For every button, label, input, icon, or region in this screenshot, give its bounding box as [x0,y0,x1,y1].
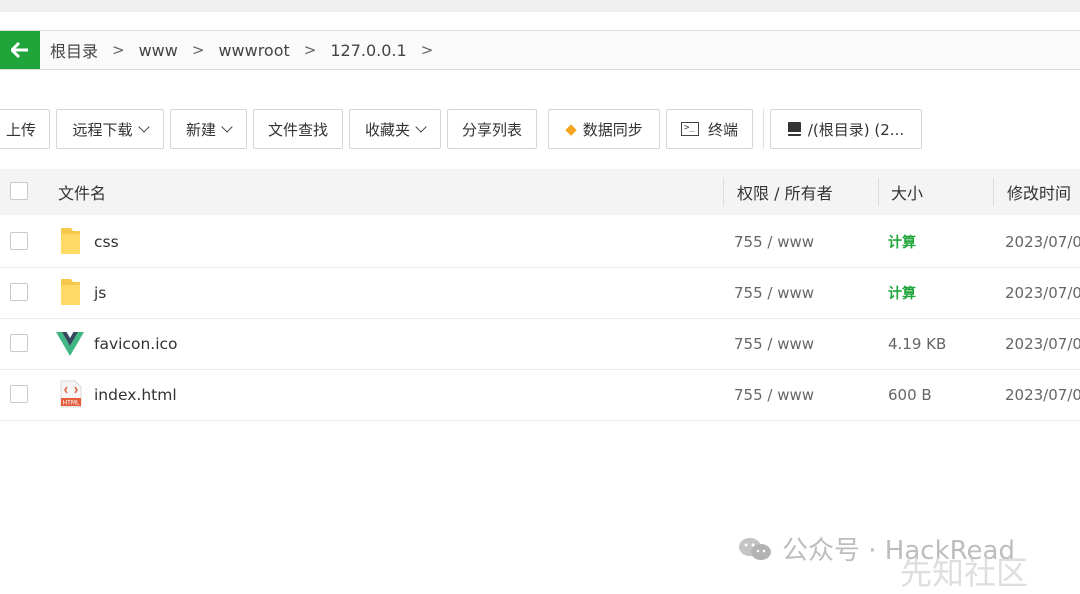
chevron-right-icon: > [191,41,205,59]
top-band [0,0,1080,12]
html-file-icon: HTML [60,380,86,410]
column-divider [993,178,994,206]
column-divider [878,178,879,206]
table-header: 文件名 权限 / 所有者 大小 修改时间 [0,169,1080,215]
row-checkbox[interactable] [10,334,28,352]
breadcrumb-item-localhost[interactable]: 127.0.0.1 [330,41,406,60]
file-modified-time: 2023/07/0 [1005,283,1080,302]
folder-icon [58,277,84,307]
file-name[interactable]: favicon.ico [94,318,178,369]
share-list-button[interactable]: 分享列表 [447,109,537,149]
file-permission[interactable]: 755 / www [734,216,814,267]
chevron-right-icon: > [303,41,317,59]
header-modified-time[interactable]: 修改时间 [1007,169,1071,215]
file-permission[interactable]: 755 / www [734,369,814,420]
file-name[interactable]: js [94,267,106,318]
select-all-checkbox[interactable] [10,182,28,200]
calculate-size-link[interactable]: 计算 [888,216,916,267]
file-name[interactable]: css [94,216,119,267]
upload-button[interactable]: 上传 [0,109,50,149]
wechat-icon [738,537,772,561]
toolbar-divider [763,109,764,149]
disk-selector-button[interactable]: /(根目录) (2... [770,109,922,149]
toolbar: 上传 远程下载 新建 文件查找 收藏夹 分享列表 ◆ 数据同步 >_ 终端 /(根目… [0,108,928,150]
chevron-right-icon: > [420,41,434,59]
table-row[interactable]: favicon.ico 755 / www 4.19 KB 2023/07/0 [0,318,1080,370]
diamond-icon: ◆ [565,120,577,138]
data-sync-button[interactable]: ◆ 数据同步 [548,109,660,149]
breadcrumb: 根目录 > www > wwwroot > 127.0.0.1 > [0,30,1080,70]
vue-logo-icon [56,331,84,361]
table-row[interactable]: css 755 / www 计算 2023/07/0 [0,216,1080,268]
file-permission[interactable]: 755 / www [734,267,814,318]
favorites-button[interactable]: 收藏夹 [349,109,441,149]
remote-download-button[interactable]: 远程下载 [56,109,164,149]
file-name[interactable]: index.html [94,369,177,420]
breadcrumb-item-wwwroot[interactable]: wwwroot [218,41,289,60]
file-search-button[interactable]: 文件查找 [253,109,343,149]
chevron-down-icon [221,121,233,133]
file-modified-time: 2023/07/0 [1005,385,1080,404]
header-filename[interactable]: 文件名 [58,169,106,215]
watermark-logo: 先知社区 [900,554,1029,592]
chevron-down-icon [415,121,427,133]
breadcrumb-item-root[interactable]: 根目录 [50,38,98,62]
table-row[interactable]: js 755 / www 计算 2023/07/0 [0,267,1080,319]
file-modified-time: 2023/07/0 [1005,334,1080,353]
file-permission[interactable]: 755 / www [734,318,814,369]
terminal-icon: >_ [680,122,699,136]
svg-text:HTML: HTML [63,400,80,407]
breadcrumb-item-www[interactable]: www [139,41,178,60]
row-checkbox[interactable] [10,385,28,403]
file-modified-time: 2023/07/0 [1005,232,1080,251]
table-row[interactable]: HTML index.html 755 / www 600 B 2023/07/… [0,369,1080,421]
folder-icon [58,226,84,256]
file-size: 600 B [888,385,932,404]
new-button[interactable]: 新建 [170,109,247,149]
calculate-size-link[interactable]: 计算 [888,267,916,318]
file-size: 4.19 KB [888,334,947,353]
chevron-right-icon: > [112,41,125,59]
row-checkbox[interactable] [10,232,28,250]
column-divider [723,178,724,206]
back-button[interactable] [0,31,40,69]
disk-icon [787,122,801,136]
header-permission[interactable]: 权限 / 所有者 [737,169,833,215]
arrow-left-icon [11,42,28,58]
terminal-button[interactable]: >_ 终端 [666,109,753,149]
header-size[interactable]: 大小 [891,169,923,215]
row-checkbox[interactable] [10,283,28,301]
chevron-down-icon [137,121,150,133]
